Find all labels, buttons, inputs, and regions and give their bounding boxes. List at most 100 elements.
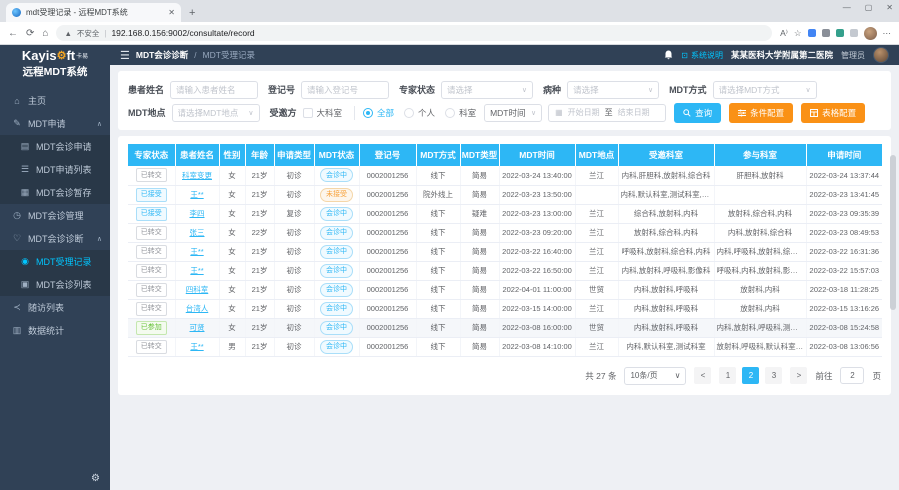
cell-register-no: 0002001256 [359,166,416,185]
reload-icon[interactable]: ⟳ [26,28,34,39]
sidebar-item-followup-list[interactable]: ≺ 随访列表 [0,296,110,319]
breadcrumb-separator: / [194,51,196,60]
page-button-1[interactable]: 1 [719,367,736,384]
read-aloud-icon[interactable]: A⁾ [780,28,788,39]
table-row[interactable]: 已转交王**男21岁初诊会诊中0002001256线下简易2022-03-08 … [128,337,882,356]
col-register-no: 登记号 [359,144,416,166]
back-icon[interactable]: ← [8,28,18,39]
page-button-2[interactable]: 2 [742,367,759,384]
table-config-button[interactable]: 表格配置 [801,103,865,123]
cell-apply-type: 初诊 [274,223,314,242]
sidebar-item-statistics[interactable]: ▥ 数据统计 [0,319,110,342]
extension-icon[interactable] [808,29,816,37]
search-button[interactable]: 查询 [674,103,721,123]
mdt-status-tag: 会诊中 [320,168,353,182]
browser-tab[interactable]: mdt受理记录 - 远程MDT系统 ✕ [6,3,181,22]
hamburger-icon[interactable]: ☰ [120,49,130,62]
cell-apply-type: 复诊 [274,204,314,223]
table-row[interactable]: 已转交王**女21岁初诊会诊中0002001256线下简易2022-03-22 … [128,261,882,280]
window-close-icon[interactable]: ✕ [886,3,893,12]
table-row[interactable]: 已转交四科室女21岁初诊会诊中0002001256线下简易2022-04-01 … [128,280,882,299]
patient-name-link[interactable]: 王** [190,266,203,275]
patient-name-input[interactable] [170,81,258,99]
window-minimize-icon[interactable]: — [843,3,851,12]
register-no-input[interactable] [301,81,389,99]
sidebar-item-mdt-apply-list[interactable]: ☰ MDT申请列表 [0,158,110,181]
patient-name-link[interactable]: 可贤 [190,323,205,332]
patient-name-link[interactable]: 科室变更 [182,171,212,180]
expert-status-select[interactable]: 请选择 ∨ [441,81,533,99]
patient-name-link[interactable]: 张三 [190,228,205,237]
dept-group-checkbox[interactable] [303,108,313,118]
mdt-status-tag: 未接受 [320,188,353,202]
table-row[interactable]: 已转交台湾人女21岁初诊会诊中0002001256线下简易2022-03-15 … [128,299,882,318]
radio-personal[interactable]: 个人 [404,107,435,119]
cell-participant-depts: 内科,呼吸科,放射科,综合科 [714,242,806,261]
cell-gender: 女 [219,242,245,261]
extension-icon[interactable] [822,29,830,37]
patient-name-link[interactable]: 王** [190,342,203,351]
cell-invited-depts: 内科,放射科,呼吸科 [618,280,714,299]
sidebar-item-label: MDT受理记录 [36,255,92,268]
condition-config-button[interactable]: 条件配置 [729,103,793,123]
mdt-mode-select[interactable]: 请选择MDT方式 ∨ [713,81,817,99]
system-help-link[interactable]: ⊡ 系统说明 [681,50,723,61]
settings-gear-icon[interactable]: ⚙ [91,473,100,484]
cell-mdt-time: 2022-03-15 14:00:00 [499,299,575,318]
browser-menu-icon[interactable]: ⋯ [883,28,892,39]
date-range-input[interactable]: ▦ 开始日期 至 结束日期 [548,104,666,122]
time-type-select[interactable]: MDT时间 ∨ [484,104,542,122]
goto-page-input[interactable] [840,367,864,384]
patient-name-link[interactable]: 王** [190,247,203,256]
home-icon[interactable]: ⌂ [42,28,48,39]
sidebar-item-home[interactable]: ⌂ 主页 [0,89,110,112]
cell-mdt-mode: 线下 [416,337,460,356]
table-row[interactable]: 已转交科室变更女21岁初诊会诊中0002001256线下简易2022-03-24… [128,166,882,185]
bell-icon[interactable] [664,50,673,60]
sidebar-item-mdt-consult-list[interactable]: ▣ MDT会诊列表 [0,273,110,296]
new-tab-button[interactable]: + [189,7,195,19]
table-row[interactable]: 已转交王**女21岁初诊会诊中0002001256线下简易2022-03-22 … [128,242,882,261]
next-page-button[interactable]: > [790,367,807,384]
patient-name-link[interactable]: 台湾人 [186,304,209,313]
page-size-select[interactable]: 10条/页 ∨ [624,367,686,385]
sidebar-item-mdt-consult-apply[interactable]: ▤ MDT会诊申请 [0,135,110,158]
extension-icon[interactable] [836,29,844,37]
draft-icon: ▦ [20,187,30,198]
sidebar-item-mdt-manage[interactable]: ◷ MDT会诊管理 [0,204,110,227]
window-maximize-icon[interactable]: ▢ [865,3,873,12]
radio-dept[interactable]: 科室 [445,107,476,119]
address-bar[interactable]: ▲ 不安全 | 192.168.0.156:9002/consultate/re… [56,25,772,41]
browser-profile-avatar[interactable] [864,27,877,40]
bar-chart-icon: ▥ [12,325,22,336]
radio-all[interactable]: 全部 [363,107,394,119]
sidebar-item-mdt-apply[interactable]: ✎ MDT申请 ∧ [0,112,110,135]
cell-patient-name: 四科室 [175,280,219,299]
logo-text: Kayis [22,48,57,63]
prev-page-button[interactable]: < [694,367,711,384]
user-icon: ◉ [20,256,30,267]
radio-icon [363,108,373,118]
scrollbar-thumb[interactable] [890,155,896,310]
patient-name-link[interactable]: 四科室 [186,285,209,294]
table-row[interactable]: 已参加可贤女21岁初诊会诊中0002001256线下简易2022-03-08 1… [128,318,882,337]
col-gender: 性别 [219,144,245,166]
patient-name-link[interactable]: 李四 [190,209,205,218]
sidebar-item-mdt-draft[interactable]: ▦ MDT会诊暂存 [0,181,110,204]
sidebar-item-mdt-diagnosis[interactable]: ♡ MDT会诊诊断 ∧ [0,227,110,250]
favorite-star-icon[interactable]: ☆ [794,28,802,39]
cell-mdt-location: 兰江 [575,166,618,185]
cell-mdt-type: 疑难 [460,204,499,223]
patient-name-link[interactable]: 王** [190,190,203,199]
mdt-location-select[interactable]: 请选择MDT地点 ∨ [172,104,260,122]
user-avatar[interactable] [873,47,889,63]
cell-apply-type: 初诊 [274,299,314,318]
disease-select[interactable]: 请选择 ∨ [567,81,659,99]
tab-close-icon[interactable]: ✕ [168,8,175,17]
table-row[interactable]: 已转交张三女22岁初诊会诊中0002001256线下简易2022-03-23 0… [128,223,882,242]
page-button-3[interactable]: 3 [765,367,782,384]
sidebar-item-mdt-record[interactable]: ◉ MDT受理记录 [0,250,110,273]
table-row[interactable]: 已接受王**女21岁初诊未接受0002001256院外线上简易2022-03-2… [128,185,882,204]
table-row[interactable]: 已接受李四女21岁复诊会诊中0002001256线下疑难2022-03-23 1… [128,204,882,223]
extension-icon[interactable] [850,29,858,37]
